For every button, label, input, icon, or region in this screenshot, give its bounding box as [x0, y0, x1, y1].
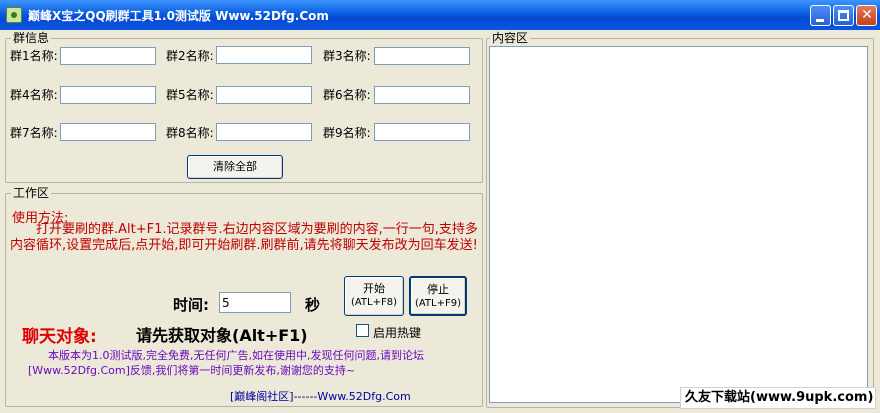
group-7-input[interactable] — [60, 123, 156, 141]
enable-hotkey-label[interactable]: 启用热键 — [373, 324, 421, 341]
app-icon[interactable] — [6, 7, 22, 23]
group-9-label: 群9名称: — [323, 126, 371, 140]
chat-target-label: 聊天对象: — [22, 327, 97, 347]
title-bar[interactable]: 巅峰Χ宝之QQ刷群工具1.0测试版 Www.52Dfg.Com ✕ — [0, 0, 880, 30]
clear-all-button[interactable]: 清除全部 — [187, 155, 283, 179]
window-title: 巅峰Χ宝之QQ刷群工具1.0测试版 Www.52Dfg.Com — [28, 9, 329, 23]
minimize-icon — [816, 19, 824, 22]
group-3-label: 群3名称: — [323, 49, 371, 63]
enable-hotkey-checkbox[interactable] — [356, 324, 369, 337]
group-6-input[interactable] — [374, 86, 470, 104]
close-button[interactable]: ✕ — [856, 5, 877, 26]
group-9-input[interactable] — [374, 123, 470, 141]
site-watermark: 久友下载站(www.9upk.com) — [680, 387, 876, 409]
start-button[interactable]: 开始 (ATL+F8) — [344, 276, 404, 316]
forum-link[interactable]: [巅峰阁社区]------Www.52Dfg.Com — [230, 388, 411, 404]
start-button-label: 开始 — [363, 282, 385, 295]
start-button-shortcut: (ATL+F8) — [350, 297, 398, 308]
group-7-label: 群7名称: — [10, 126, 58, 140]
chat-target-value: 请先获取对象(Alt+F1) — [136, 326, 308, 345]
work-area-label: 工作区 — [11, 186, 52, 200]
group-4-label: 群4名称: — [10, 88, 58, 102]
group-5-input[interactable] — [216, 86, 312, 104]
stop-button[interactable]: 停止 (ATL+F9) — [409, 276, 467, 316]
group-3-input[interactable] — [374, 47, 470, 65]
version-notice: 本版本为1.0测试版,完全免费,无任何广告,如在使用中,发现任何问题,请到论坛[… — [28, 349, 424, 377]
time-interval-input[interactable] — [219, 292, 291, 313]
close-icon: ✕ — [861, 7, 873, 23]
minimize-button[interactable] — [810, 5, 831, 26]
group-8-label: 群8名称: — [166, 126, 214, 140]
clear-all-button-label: 清除全部 — [213, 160, 257, 173]
group-2-input[interactable] — [216, 46, 312, 64]
group-8-input[interactable] — [216, 123, 312, 141]
stop-button-shortcut: (ATL+F9) — [414, 298, 462, 309]
group-1-label: 群1名称: — [10, 49, 58, 63]
seconds-label: 秒 — [305, 296, 321, 314]
group-4-input[interactable] — [60, 86, 156, 104]
group-info-label: 群信息 — [11, 31, 52, 45]
group-2-label: 群2名称: — [166, 49, 214, 63]
maximize-button[interactable] — [833, 5, 854, 26]
group-1-input[interactable] — [60, 47, 156, 65]
content-area-label: 内容区 — [490, 31, 531, 45]
content-textarea[interactable] — [489, 46, 868, 403]
usage-instructions: 打开要刷的群.Alt+F1.记录群号.右边内容区域为要刷的内容,一行一句,支持多… — [10, 222, 478, 253]
stop-button-label: 停止 — [427, 283, 449, 296]
group-6-label: 群6名称: — [323, 88, 371, 102]
group-5-label: 群5名称: — [166, 88, 214, 102]
maximize-icon — [838, 10, 849, 21]
time-label: 时间: — [173, 296, 209, 314]
